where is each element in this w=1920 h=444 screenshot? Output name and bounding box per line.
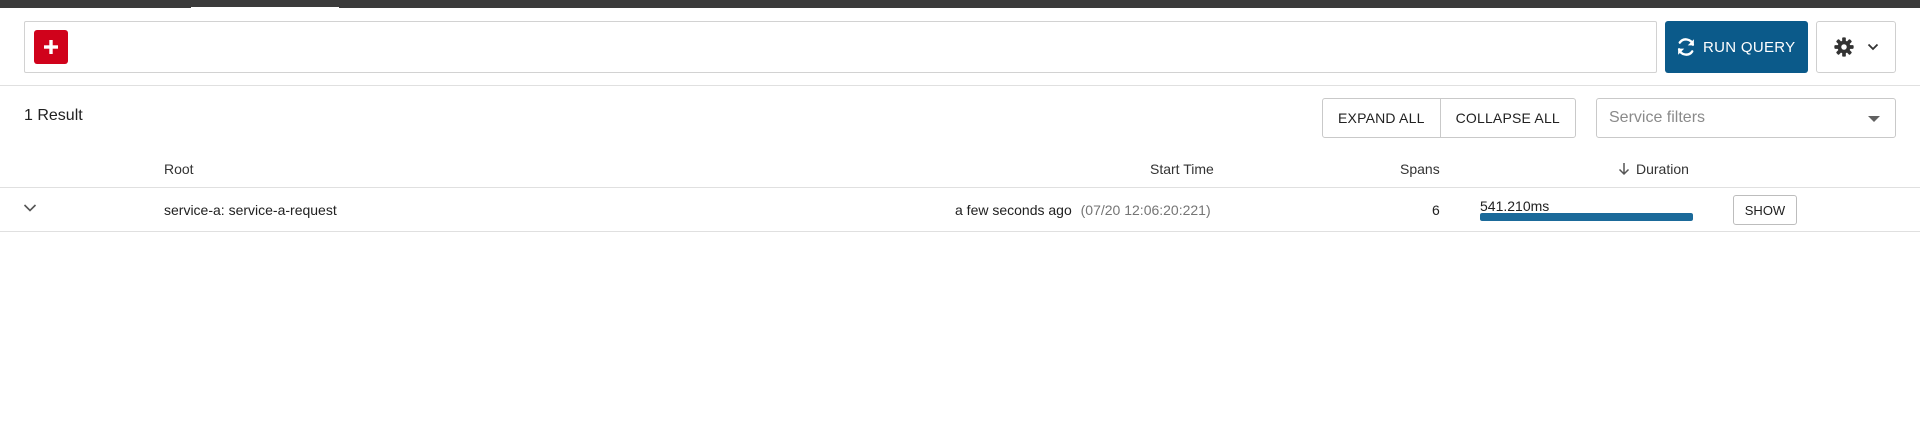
- column-header-root[interactable]: Root: [164, 161, 194, 177]
- query-input-box[interactable]: [24, 21, 1657, 73]
- expand-collapse-group: EXPAND ALL COLLAPSE ALL: [1322, 98, 1576, 138]
- row-duration-bar: [1480, 213, 1693, 221]
- column-header-start-time[interactable]: Start Time: [1150, 161, 1214, 177]
- settings-dropdown-button[interactable]: [1816, 21, 1896, 73]
- dropdown-caret-icon: [1868, 116, 1880, 122]
- row-root-name[interactable]: service-a: service-a-request: [164, 202, 337, 218]
- column-header-spans[interactable]: Spans: [1400, 161, 1440, 177]
- run-query-label: RUN QUERY: [1703, 38, 1796, 56]
- start-time-absolute: (07/20 12:06:20:221): [1080, 202, 1211, 218]
- row-duration-label: 541.210ms: [1480, 198, 1550, 214]
- run-query-button[interactable]: RUN QUERY: [1665, 21, 1808, 73]
- start-time-relative: a few seconds ago: [955, 202, 1072, 218]
- expand-all-button[interactable]: EXPAND ALL: [1323, 99, 1440, 137]
- row-spans-count: 6: [1432, 202, 1440, 218]
- service-filter-select[interactable]: Service filters: [1596, 98, 1896, 138]
- toolbar-divider: [0, 85, 1920, 86]
- result-count: 1 Result: [24, 107, 83, 124]
- active-tab-indicator: [191, 7, 339, 10]
- show-trace-button[interactable]: SHOW: [1733, 195, 1797, 225]
- plus-icon: [44, 40, 58, 54]
- row-start-time: a few seconds ago (07/20 12:06:20:221): [955, 202, 1211, 218]
- collapse-all-button[interactable]: COLLAPSE ALL: [1439, 99, 1575, 137]
- service-filter-placeholder: Service filters: [1609, 109, 1706, 126]
- add-criteria-button[interactable]: [34, 30, 68, 64]
- refresh-icon: [1677, 38, 1695, 56]
- chevron-down-icon: [1867, 43, 1879, 51]
- row-duration-bar-fill: [1480, 213, 1693, 221]
- chevron-down-icon: [23, 204, 37, 212]
- row-expand-toggle[interactable]: [23, 200, 37, 216]
- gear-icon: [1834, 37, 1854, 57]
- row-divider: [0, 231, 1920, 232]
- column-header-duration[interactable]: Duration: [1618, 161, 1689, 177]
- header-divider: [0, 187, 1920, 188]
- duration-header-label: Duration: [1636, 161, 1689, 177]
- arrow-down-icon: [1618, 163, 1630, 176]
